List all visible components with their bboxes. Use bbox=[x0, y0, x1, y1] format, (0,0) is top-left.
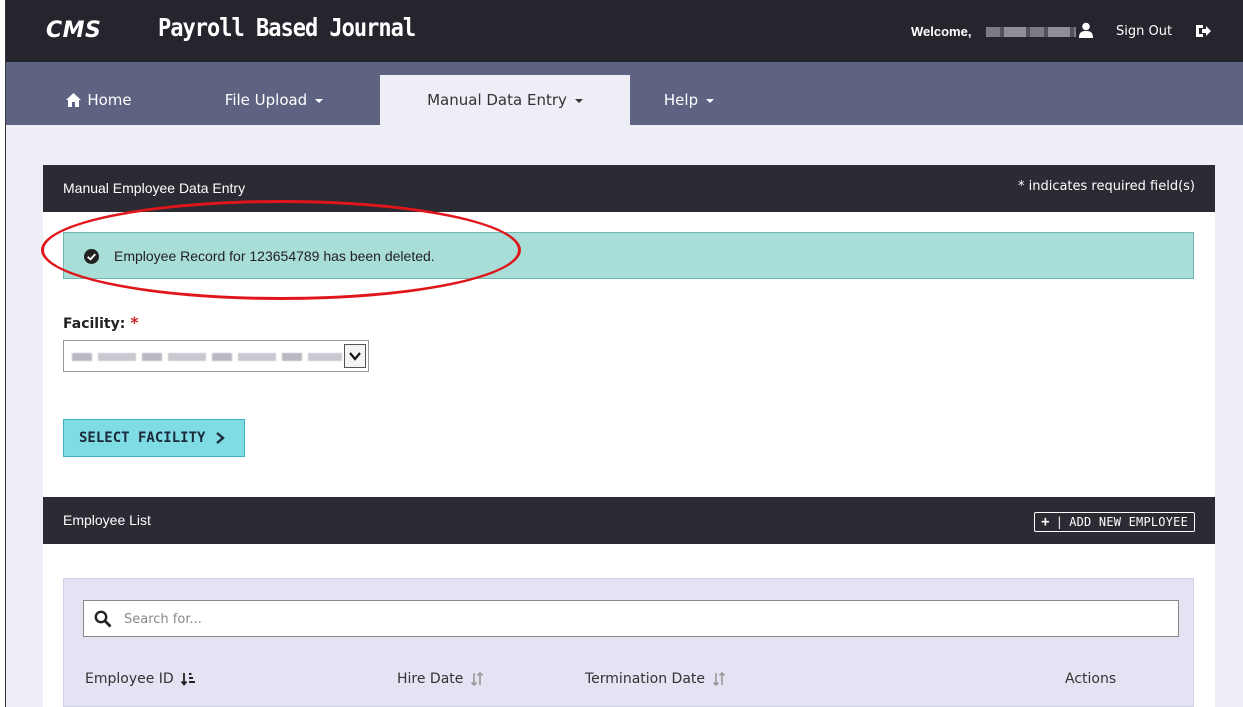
facility-label-text: Facility: bbox=[63, 316, 126, 332]
list-panel-title: Employee List bbox=[63, 512, 151, 528]
select-facility-button[interactable]: SELECT FACILITY bbox=[63, 419, 245, 457]
top-bar: CMS Payroll Based Journal Welcome, Sign … bbox=[6, 0, 1243, 62]
column-employee-id[interactable]: Employee ID bbox=[85, 671, 195, 687]
user-icon[interactable] bbox=[1079, 22, 1093, 38]
nav-help[interactable]: Help bbox=[634, 75, 744, 125]
nav-home[interactable]: Home bbox=[44, 75, 154, 125]
nav-manual-data-entry-label: Manual Data Entry bbox=[427, 91, 567, 109]
nav-help-label: Help bbox=[663, 91, 699, 109]
welcome-label: Welcome, bbox=[911, 24, 972, 39]
button-separator: | bbox=[1055, 515, 1064, 529]
nav-manual-data-entry[interactable]: Manual Data Entry bbox=[380, 75, 630, 125]
alert-message: Employee Record for 123654789 has been d… bbox=[114, 248, 435, 264]
page-frame: CMS Payroll Based Journal Welcome, Sign … bbox=[5, 0, 1243, 707]
column-termination-date[interactable]: Termination Date bbox=[585, 671, 726, 687]
nav-file-upload[interactable]: File Upload bbox=[184, 75, 364, 125]
nav-home-label: Home bbox=[87, 91, 132, 109]
column-hire-date[interactable]: Hire Date bbox=[397, 671, 484, 687]
chevron-right-icon bbox=[216, 432, 226, 444]
column-termination-date-label: Termination Date bbox=[585, 671, 706, 687]
select-arrow[interactable] bbox=[344, 344, 366, 368]
required-fields-note: * indicates required field(s) bbox=[1017, 179, 1195, 194]
facility-label: Facility: * bbox=[63, 313, 139, 332]
success-alert: Employee Record for 123654789 has been d… bbox=[63, 232, 1194, 279]
chevron-down-icon bbox=[315, 99, 324, 103]
column-actions-label: Actions bbox=[1065, 671, 1117, 687]
list-panel-header: Employee List + | ADD NEW EMPLOYEE bbox=[43, 497, 1215, 544]
plus-icon: + bbox=[1041, 514, 1050, 530]
sort-ascending-icon bbox=[180, 673, 195, 686]
column-actions: Actions bbox=[1065, 671, 1116, 687]
select-facility-label: SELECT FACILITY bbox=[79, 430, 206, 446]
employee-list: Employee ID Hire Date Termination Date bbox=[63, 578, 1194, 707]
column-hire-date-label: Hire Date bbox=[397, 671, 464, 687]
facility-select[interactable] bbox=[63, 340, 369, 372]
sort-icon bbox=[712, 672, 726, 686]
add-new-employee-button[interactable]: + | ADD NEW EMPLOYEE bbox=[1034, 512, 1195, 532]
redacted-facility-value bbox=[72, 353, 342, 361]
nav-file-upload-label: File Upload bbox=[224, 91, 308, 109]
sign-out-icon[interactable] bbox=[1195, 23, 1211, 39]
home-icon bbox=[66, 93, 82, 107]
sort-icon bbox=[471, 672, 484, 686]
sign-out-link[interactable]: Sign Out bbox=[1116, 24, 1172, 39]
redacted-username bbox=[986, 27, 1076, 37]
required-mark: * bbox=[130, 313, 139, 332]
entry-panel-header: Manual Employee Data Entry * indicates r… bbox=[43, 165, 1215, 212]
entry-panel-title: Manual Employee Data Entry bbox=[63, 180, 246, 196]
search-input[interactable] bbox=[124, 609, 1124, 629]
add-new-employee-label: ADD NEW EMPLOYEE bbox=[1069, 515, 1188, 529]
search-icon bbox=[94, 610, 112, 628]
search-box[interactable] bbox=[83, 600, 1179, 637]
chevron-down-icon bbox=[574, 99, 583, 103]
app-title: Payroll Based Journal bbox=[158, 14, 416, 43]
chevron-down-icon bbox=[706, 99, 715, 103]
column-employee-id-label: Employee ID bbox=[85, 671, 174, 687]
chevron-down-icon bbox=[349, 352, 361, 361]
check-circle-icon bbox=[84, 249, 99, 264]
cms-logo: CMS bbox=[46, 18, 102, 43]
